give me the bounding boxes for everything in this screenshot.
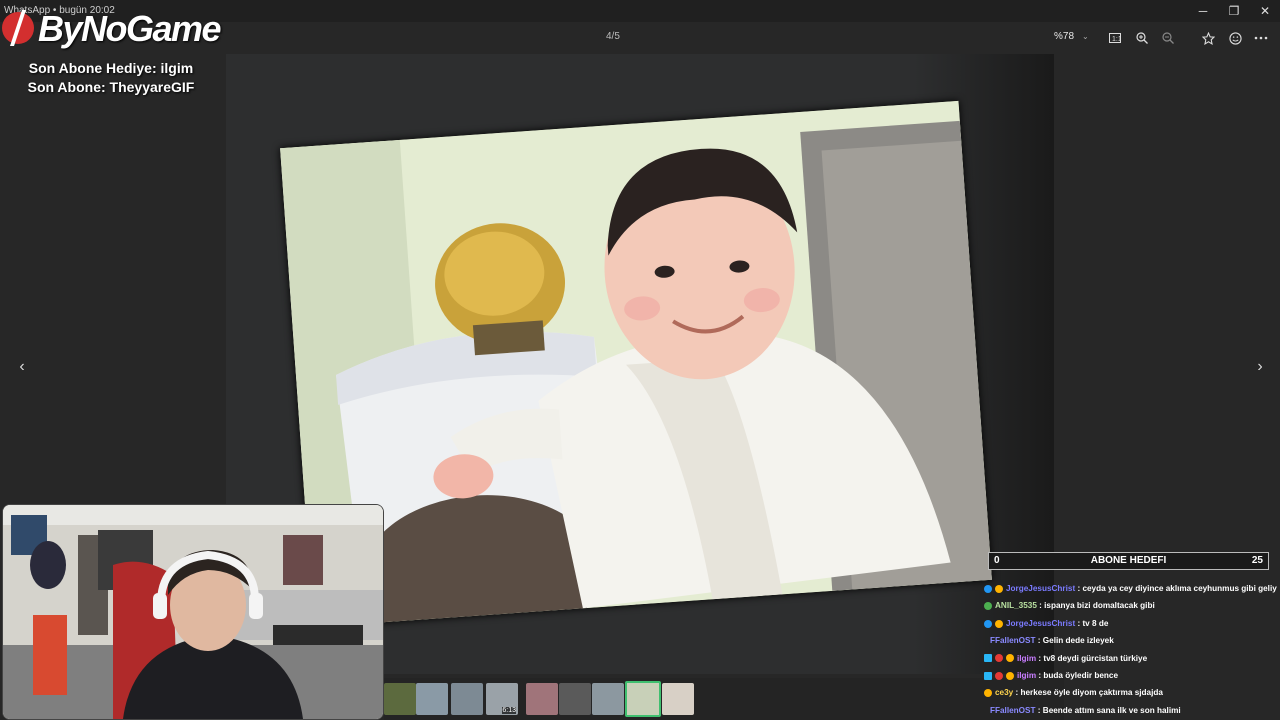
image-counter: 4/5 [606, 31, 620, 42]
logo-icon [2, 10, 34, 46]
channel-logo: ByNoGame [0, 2, 230, 54]
chat-message: FFallenOST : Beende attım sana ilk ve so… [990, 705, 1181, 715]
zoom-level-dropdown[interactable]: %78 ⌄ [1054, 31, 1089, 42]
thumbnail[interactable] [384, 683, 416, 715]
goal-target: 25 [1251, 555, 1263, 566]
chat-message: FFallenOST : Gelin dede izleyek [990, 636, 1114, 646]
thumbnail[interactable] [559, 683, 591, 715]
chat-username: JorgeJesusChrist [1006, 584, 1076, 593]
subscriber-goal-bar: ABONE HEDEFI 0 25 [988, 552, 1269, 570]
goal-title: ABONE HEDEFI [1090, 555, 1167, 566]
chat-text: herkese öyle diyom çaktırma sjdajda [1020, 688, 1163, 698]
chat-message: JorgeJesusChrist : tv 8 de [984, 615, 1280, 632]
badge-icon [995, 654, 1003, 663]
chat-username: ilgim [1017, 653, 1037, 663]
badge-icon [995, 584, 1003, 593]
video-duration: 6:13 [502, 707, 516, 714]
chat-text: buda öyledir bence [1043, 670, 1119, 680]
thumbnail-video[interactable]: 6:13 [486, 683, 518, 715]
svg-text:1:1: 1:1 [1112, 36, 1121, 43]
chat-text: Beende attım sana ilk ve son halimi [1042, 705, 1181, 715]
chat-username: FFallenOST [990, 636, 1036, 646]
last-sub-label: Son Abone: TheyyareGIF [27, 79, 195, 95]
thumbnail[interactable] [526, 683, 558, 715]
chat-username: JorgeJesusChrist [1006, 618, 1076, 628]
badge-icon [995, 671, 1003, 680]
maximize-button[interactable]: ❐ [1219, 3, 1249, 19]
badge-icon [1006, 671, 1014, 680]
zoom-out-icon[interactable] [1158, 28, 1178, 48]
thumbnail[interactable] [662, 683, 694, 715]
zoom-level: %78 [1054, 31, 1075, 42]
thumbnail-selected[interactable] [625, 681, 661, 717]
badge-icon [984, 689, 992, 698]
chat-message: ce3y : herkese öyle diyom çaktırma sjdaj… [984, 684, 1280, 701]
chat-text: tv 8 de [1082, 618, 1109, 628]
badge-icon [984, 654, 992, 663]
badge-icon [984, 602, 992, 611]
previous-arrow-icon[interactable]: ‹ [12, 358, 32, 378]
chat-text: tv8 deydi gürcistan türkiye [1043, 653, 1148, 663]
thumbnail[interactable] [416, 683, 448, 715]
chevron-down-icon: ⌄ [1082, 32, 1089, 41]
badge-icon [1006, 654, 1014, 663]
star-icon[interactable] [1198, 28, 1218, 48]
goal-start: 0 [994, 555, 1000, 566]
more-icon[interactable] [1251, 28, 1271, 48]
thumbnail[interactable] [451, 683, 483, 715]
close-button[interactable]: ✕ [1250, 3, 1280, 19]
smile-icon[interactable] [1225, 28, 1245, 48]
chat-message: ANIL_3535 : ispanya bizi domaltacak gibi [984, 597, 1280, 614]
stream-chat: JorgeJesusChrist : ceyda ya cey diyince … [984, 580, 1280, 720]
chat-username: ilgim [1017, 670, 1037, 680]
webcam-overlay [2, 504, 384, 720]
last-gift-label: Son Abone Hediye: ilgim [28, 60, 194, 76]
badge-icon [984, 619, 992, 628]
logo-text: ByNoGame [38, 8, 222, 49]
chat-username: ANIL_3535 [995, 601, 1037, 611]
thumbnail[interactable] [592, 683, 624, 715]
minimize-button[interactable]: ─ [1188, 3, 1218, 19]
actual-size-icon[interactable]: 1:1 [1105, 28, 1125, 48]
chat-text: Gelin dede izleyek [1042, 636, 1114, 646]
chat-username: FFallenOST [990, 705, 1036, 715]
badge-icon [984, 584, 992, 593]
thumbnail-strip: 6:13 [384, 678, 1064, 720]
chat-text: ceyda ya cey diyince aklıma ceyhunmus gi… [1082, 584, 1277, 593]
zoom-in-icon[interactable] [1132, 28, 1152, 48]
chat-text: ispanya bizi domaltacak gibi [1044, 601, 1155, 611]
badge-icon [984, 671, 992, 680]
badge-icon [995, 619, 1003, 628]
displayed-photo [280, 100, 992, 628]
next-arrow-icon[interactable]: › [1250, 358, 1270, 378]
chat-message: ilgim : buda öyledir bence [984, 667, 1280, 684]
chat-message: JorgeJesusChrist : ceyda ya cey diyince … [984, 580, 1280, 597]
chat-username: ce3y [995, 688, 1014, 698]
chat-message: ilgim : tv8 deydi gürcistan türkiye [984, 650, 1280, 667]
